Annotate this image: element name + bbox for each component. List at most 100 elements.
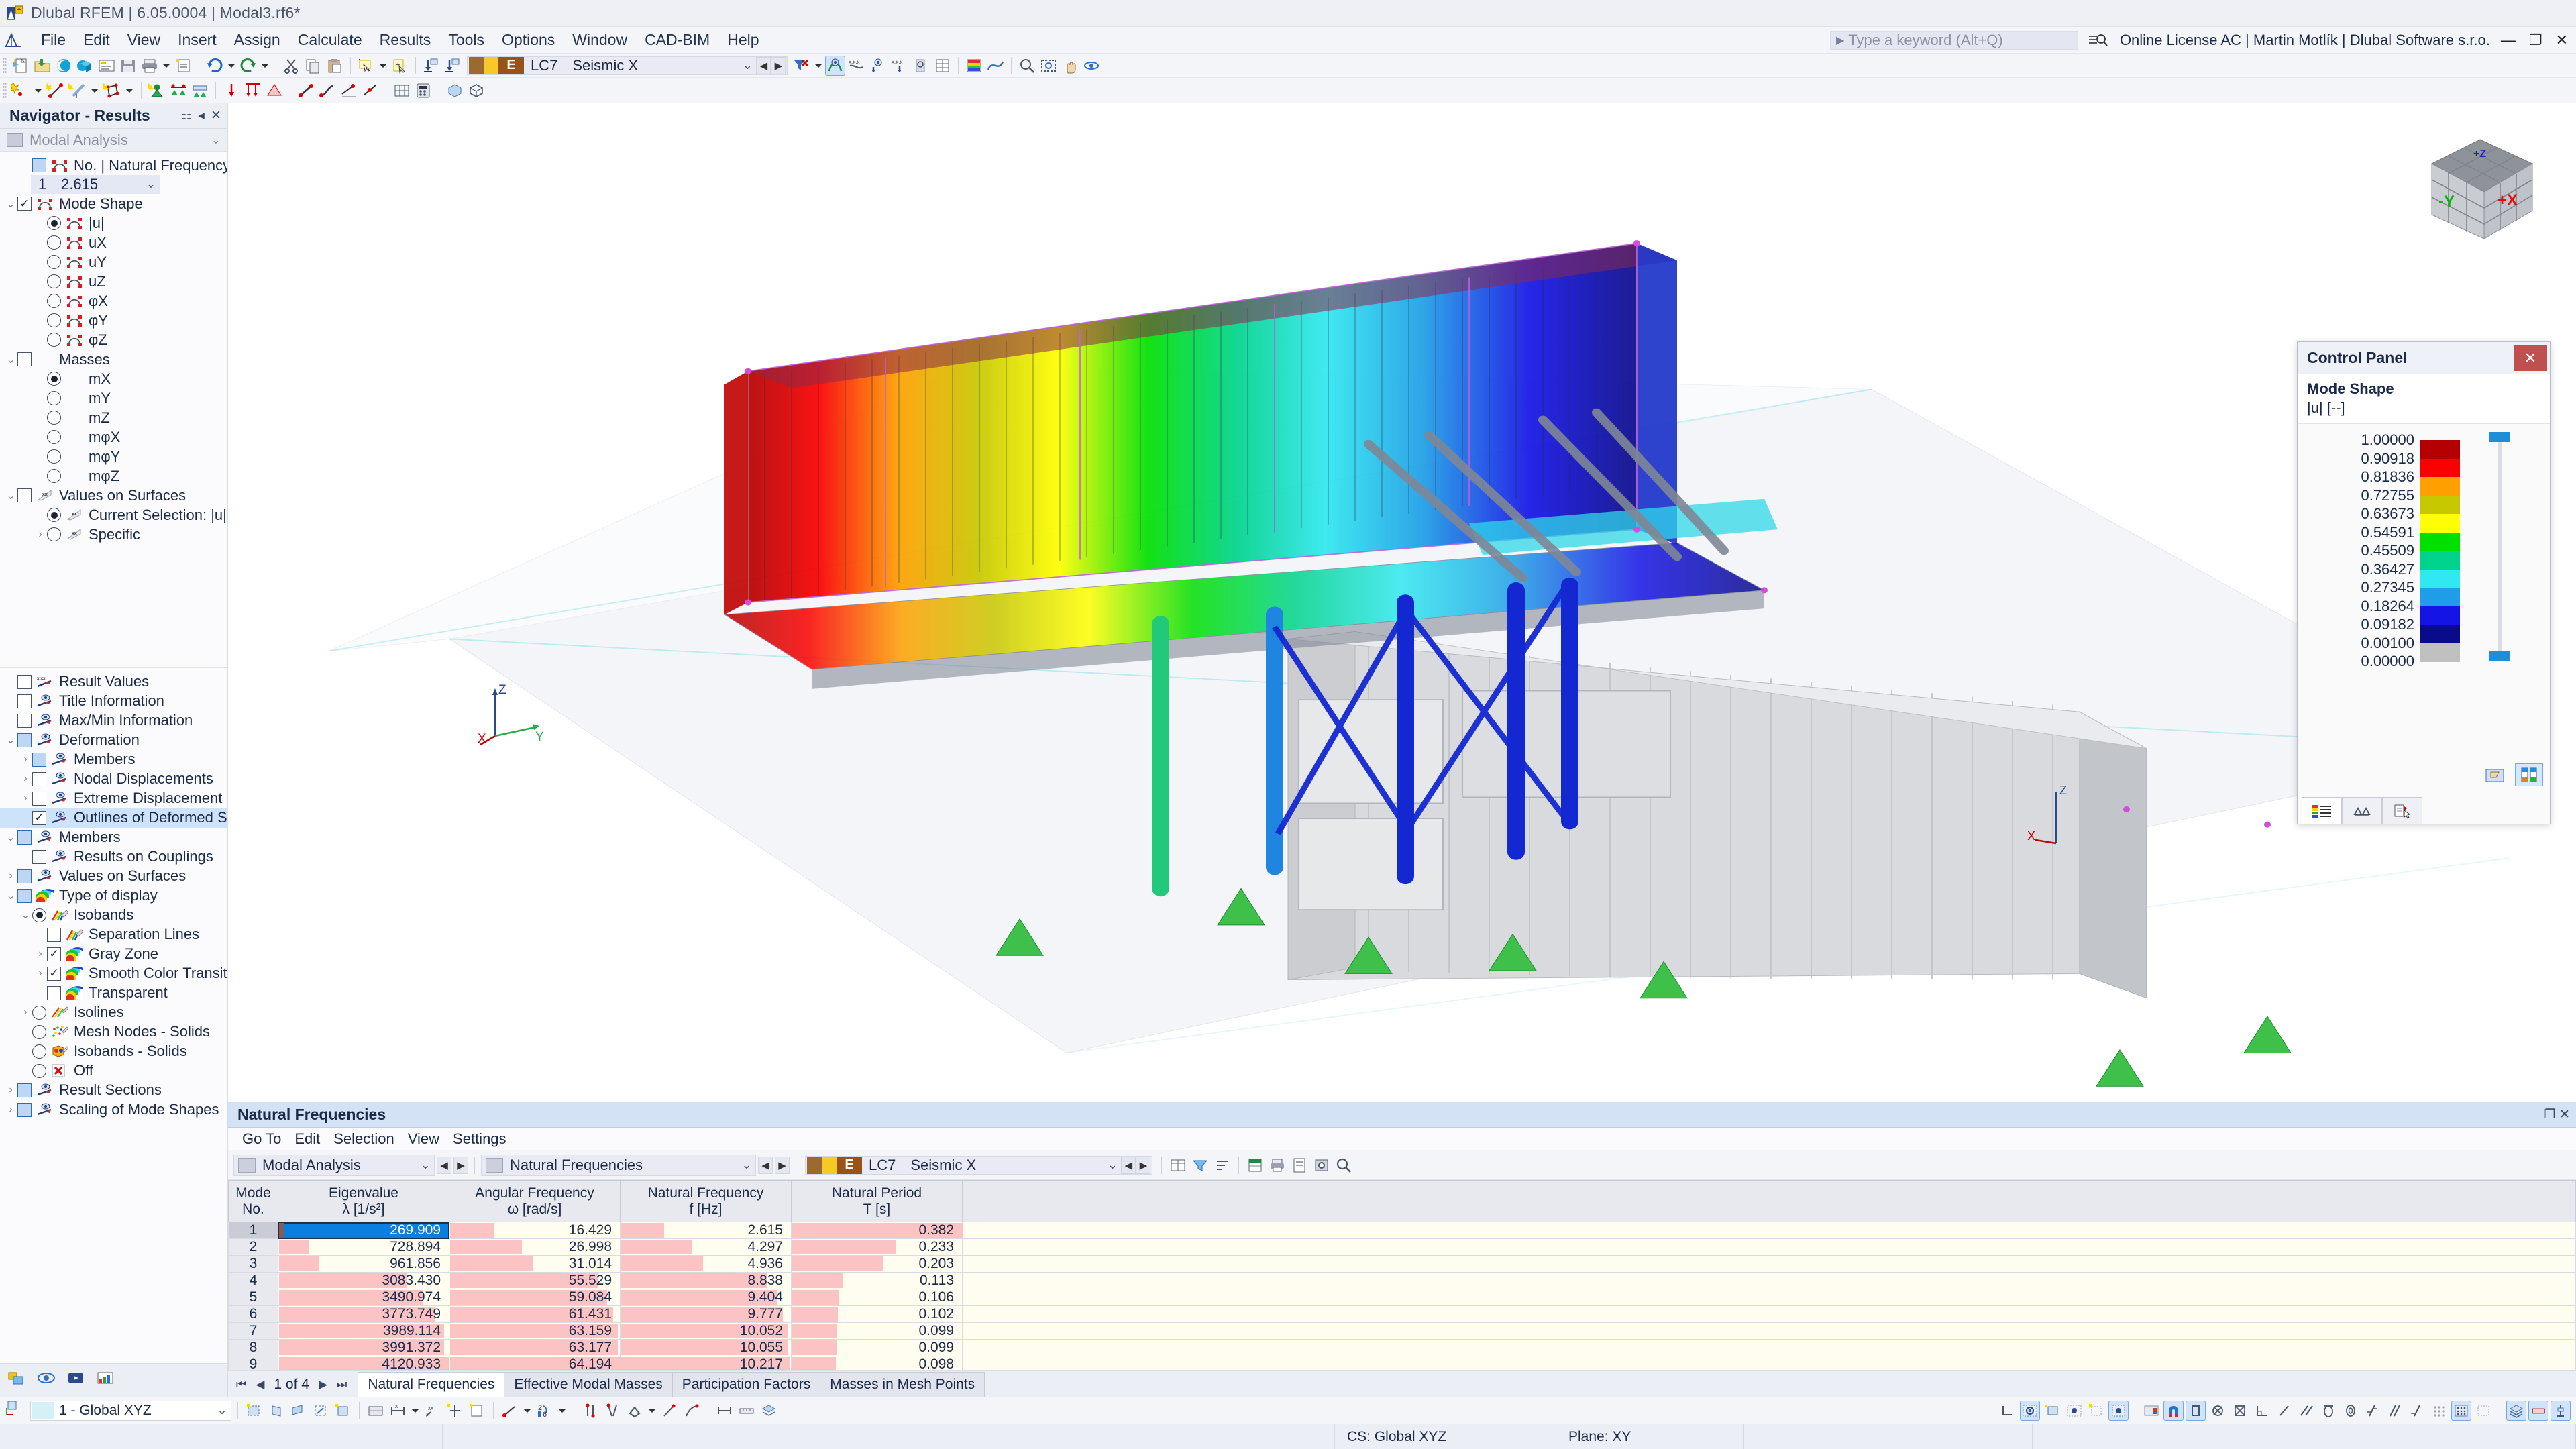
result-values-icon[interactable]: x.x.x	[847, 56, 867, 76]
table-col-header[interactable]: Angular Frequency ω [rad/s]	[449, 1180, 621, 1222]
table-panel-restore-icon[interactable]: ❐	[2542, 1107, 2557, 1122]
cell-eigenvalue[interactable]: 961.856	[278, 1255, 449, 1273]
deformation-scale-icon[interactable]	[985, 56, 1006, 76]
snap-ellipse-icon[interactable]	[2318, 1401, 2339, 1421]
line-dropdown-icon[interactable]	[522, 1401, 533, 1421]
menu-calculate[interactable]: Calculate	[289, 28, 371, 52]
tree-expander-icon[interactable]: ›	[19, 753, 32, 765]
cell-natural-frequency[interactable]: 4.936	[620, 1255, 792, 1273]
table-row[interactable]: 8 3991.372 63.177 10.055 0.099	[228, 1339, 2576, 1356]
cell-natural-frequency[interactable]: 10.052	[620, 1322, 792, 1340]
snap-perp-dropdown-icon[interactable]	[647, 1401, 657, 1421]
grid-visible-icon[interactable]	[2108, 1400, 2129, 1421]
view-style-icon[interactable]	[759, 1401, 779, 1421]
table-row[interactable]: 3 961.856 31.014 4.936 0.203	[228, 1255, 2576, 1273]
snap-parallel-icon[interactable]	[2296, 1401, 2316, 1421]
hidden-view-icon[interactable]	[2064, 1401, 2084, 1421]
legend-slider[interactable]	[2469, 432, 2530, 751]
tree-item[interactable]: uX	[0, 233, 227, 252]
calculate-icon[interactable]	[413, 80, 433, 101]
grid-spacing-icon[interactable]: x	[388, 1401, 408, 1421]
pan-icon[interactable]	[1060, 56, 1080, 76]
menu-assign[interactable]: Assign	[225, 28, 289, 52]
select-dropdown-icon[interactable]	[378, 56, 388, 76]
show-results-icon[interactable]	[825, 55, 846, 76]
member-hinge-icon[interactable]	[317, 80, 337, 101]
cell-natural-period[interactable]: 0.382	[791, 1222, 963, 1239]
cell-natural-period[interactable]: 0.099	[791, 1339, 963, 1356]
coordinate-system-combo[interactable]: 1 - Global XYZ ⌄	[30, 1400, 231, 1421]
chevron-down-icon[interactable]: ⌄	[211, 133, 221, 147]
tree-item[interactable]: No. | Natural Frequency f [Hz]	[0, 156, 227, 175]
rotate-view-icon[interactable]	[1081, 56, 1102, 76]
nodal-load-icon[interactable]	[221, 80, 241, 101]
cell-eigenvalue[interactable]: 4120.933	[278, 1356, 449, 1370]
grid-dropdown-icon[interactable]	[410, 1401, 421, 1421]
license-search-icon[interactable]	[2088, 32, 2108, 48]
table-tab-participation-factors[interactable]: Participation Factors	[672, 1372, 821, 1397]
natural-frequencies-table-wrapper[interactable]: Mode No. Eigenvalue λ [1/s²] Angular Frequen…	[228, 1180, 2576, 1370]
snap-grid-points-icon[interactable]	[2451, 1400, 2471, 1421]
new-printout-icon[interactable]	[173, 56, 193, 76]
print-dropdown-icon[interactable]	[161, 56, 172, 76]
view-cube[interactable]: -Y +X +Z	[2418, 131, 2542, 249]
cell-natural-frequency[interactable]: 9.777	[620, 1305, 792, 1323]
table-col-header[interactable]	[962, 1180, 2576, 1222]
table-row[interactable]: 7 3989.114 63.159 10.052 0.099	[228, 1322, 2576, 1340]
cell-natural-period[interactable]: 0.203	[791, 1255, 963, 1273]
tree-item[interactable]: mφZ	[0, 466, 227, 486]
tree-item[interactable]: Transparent	[0, 983, 227, 1003]
zoom-window-icon[interactable]	[1017, 56, 1037, 76]
surface-values-icon[interactable]: x.x.x	[890, 56, 910, 76]
table-settings-icon[interactable]	[1311, 1155, 1332, 1175]
tree-expander-icon[interactable]: ›	[19, 773, 32, 785]
member-divide-icon[interactable]	[360, 80, 380, 101]
table-menu-settings[interactable]: Settings	[447, 1129, 513, 1149]
table-tab-masses-in-mesh-points[interactable]: Masses in Mesh Points	[820, 1372, 985, 1397]
zoom-all-icon[interactable]	[1038, 56, 1059, 76]
menu-edit[interactable]: Edit	[74, 28, 119, 52]
surface-dropdown-icon[interactable]	[89, 80, 101, 101]
menu-window[interactable]: Window	[564, 28, 636, 52]
snap-divide-icon[interactable]	[2363, 1401, 2383, 1421]
ortho-icon[interactable]	[445, 1401, 465, 1421]
tree-item[interactable]: Results on Couplings	[0, 847, 227, 867]
table-row[interactable]: 1 269.909 16.429 2.615 0.382	[228, 1222, 2576, 1239]
cell-angular-frequency[interactable]: 55.529	[449, 1272, 621, 1289]
work-plane-xz-icon[interactable]	[288, 1401, 309, 1421]
snap-points-icon[interactable]	[2429, 1401, 2449, 1421]
mesh-icon[interactable]	[392, 80, 412, 101]
natural-frequencies-table[interactable]: Mode No. Eigenvalue λ [1/s²] Angular Frequen…	[228, 1180, 2576, 1370]
tree-expander-icon[interactable]: ›	[34, 529, 47, 541]
tree-item[interactable]: › Scaling of Mode Shapes	[0, 1100, 227, 1120]
tree-expander-icon[interactable]: ›	[4, 1104, 17, 1116]
tree-item[interactable]: x.xx Result Values	[0, 672, 227, 692]
tree-expander-icon[interactable]: ⌄	[4, 733, 17, 747]
table-col-header[interactable]: Eigenvalue λ [1/s²]	[278, 1180, 449, 1222]
cell-natural-period[interactable]: 0.098	[791, 1356, 963, 1370]
result-table-icon[interactable]	[932, 56, 953, 76]
navigator-pin-icon[interactable]: ⚏	[179, 108, 194, 123]
table-col-header[interactable]: Mode No.	[228, 1180, 278, 1222]
clear-filter-icon[interactable]	[792, 56, 812, 76]
tree-item[interactable]: uZ	[0, 272, 227, 291]
tree-expander-icon[interactable]: ›	[34, 967, 47, 979]
table-panel-close-icon[interactable]: ✕	[2557, 1107, 2572, 1122]
new-line-icon[interactable]	[46, 80, 66, 101]
load-case-chevron-down-icon[interactable]: ⌄	[739, 58, 756, 72]
snap-perpendicular-icon[interactable]	[625, 1401, 645, 1421]
control-panel-close-icon[interactable]: ✕	[2514, 345, 2547, 371]
navigator-minimize-icon[interactable]: ◂	[194, 108, 209, 123]
tree-item[interactable]: › Result Sections	[0, 1081, 227, 1100]
add-selection-icon[interactable]: +	[390, 56, 410, 76]
cell-natural-frequency[interactable]: 8.838	[620, 1272, 792, 1289]
work-plane-xy-icon[interactable]	[244, 1401, 264, 1421]
tree-item[interactable]: ›✓Smooth Color Transition	[0, 964, 227, 983]
table-tab-natural-frequencies[interactable]: Natural Frequencies	[358, 1372, 505, 1397]
minimize-button[interactable]: —	[2501, 32, 2516, 49]
control-panel[interactable]: Control Panel ✕ Mode Shape |u| [--] 1.00…	[2297, 341, 2551, 824]
table-print-icon[interactable]	[1267, 1155, 1287, 1175]
table-result-prev-button[interactable]: ◀	[758, 1156, 773, 1174]
cell-eigenvalue[interactable]: 3773.749	[278, 1305, 449, 1323]
cell-natural-period[interactable]: 0.106	[791, 1289, 963, 1306]
